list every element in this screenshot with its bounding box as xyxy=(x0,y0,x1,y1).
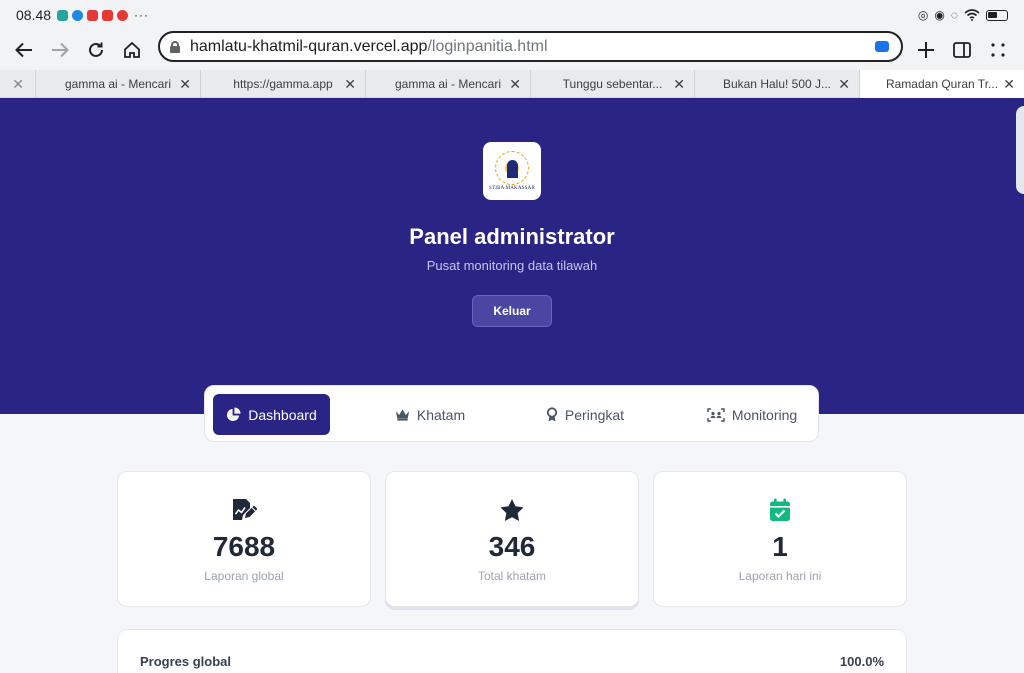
status-time: 08.48 xyxy=(16,7,52,23)
reload-icon xyxy=(89,42,103,57)
home-button[interactable] xyxy=(114,32,150,68)
sidebar-button[interactable] xyxy=(944,32,980,68)
close-tab-icon[interactable]: ✕ xyxy=(179,76,191,93)
tab-khatam[interactable]: Khatam xyxy=(385,394,475,435)
tab-label: Tunggu sebentar... xyxy=(562,77,663,91)
tab-item[interactable]: gamma ai - Mencari ✕ xyxy=(36,70,201,98)
close-tab-icon[interactable]: ✕ xyxy=(344,76,356,93)
back-button[interactable] xyxy=(6,32,42,68)
tab-monitoring[interactable]: Monitoring xyxy=(695,394,809,435)
tab-label: Dashboard xyxy=(248,406,317,423)
stat-label: Laporan global xyxy=(204,569,284,583)
grid-dots-icon xyxy=(991,43,1005,57)
scroll-handle[interactable] xyxy=(1016,106,1024,194)
stat-label: Total khatam xyxy=(477,569,547,583)
stat-value: 1 xyxy=(772,531,788,562)
page-content: STIBA MAKASSAR Panel administrator Pusat… xyxy=(0,98,1024,673)
tab-label: https://gamma.app xyxy=(233,77,333,91)
url-host: hamlatu-khatmil-quran.vercel.app xyxy=(190,37,428,55)
stat-card-laporan-hari-ini: 1 Laporan hari ini xyxy=(653,471,907,607)
plus-icon xyxy=(918,42,934,58)
logo: STIBA MAKASSAR xyxy=(483,142,541,200)
system-indicators: ◎ ◉ ◌ xyxy=(918,8,1008,22)
mute-icon: ◌ xyxy=(950,8,958,22)
reload-button[interactable] xyxy=(78,32,114,68)
tab-item[interactable]: https://gamma.app ✕ xyxy=(201,70,366,98)
battery-icon xyxy=(986,9,1008,21)
tab-item[interactable]: ✕ xyxy=(0,70,36,98)
tab-item-active[interactable]: Ramadan Quran Tr... ✕ xyxy=(860,70,1024,98)
close-tab-icon[interactable]: ✕ xyxy=(1003,76,1015,93)
close-tab-icon[interactable]: ✕ xyxy=(509,76,521,93)
page-title: Panel administrator xyxy=(409,224,615,249)
notification-icon xyxy=(57,9,69,21)
star-icon xyxy=(500,499,524,521)
tab-label: Khatam xyxy=(416,406,466,423)
notification-icon xyxy=(87,9,99,21)
users-scan-icon xyxy=(707,407,725,422)
stat-card-laporan-global: 7688 Laporan global xyxy=(117,471,371,607)
tab-item[interactable]: Bukan Halu! 500 J... ✕ xyxy=(695,70,860,98)
tab-label: gamma ai - Mencari xyxy=(64,77,172,91)
nav-tabs: Dashboard Khatam Peringkat Monitoring xyxy=(204,385,819,442)
stat-card-total-khatam: 346 Total khatam xyxy=(385,471,639,607)
logo-emblem xyxy=(495,151,529,185)
close-tab-icon[interactable]: ✕ xyxy=(673,76,685,93)
tab-label: Peringkat xyxy=(564,406,625,423)
tab-peringkat[interactable]: Peringkat xyxy=(537,394,633,435)
address-bar[interactable]: hamlatu-khatmil-quran.vercel.app/loginpa… xyxy=(158,31,903,62)
status-bar: 08.48 ··· ◎ ◉ ◌ xyxy=(0,0,1024,30)
logout-button[interactable]: Keluar xyxy=(472,295,552,327)
progress-card: Progres global 100.0% xyxy=(117,629,907,673)
tab-item[interactable]: gamma ai - Mencari ✕ xyxy=(366,70,531,98)
alarm-icon: ◉ xyxy=(934,8,945,22)
stat-label: Laporan hari ini xyxy=(738,569,822,583)
tab-label: Bukan Halu! 500 J... xyxy=(722,77,832,91)
lock-icon xyxy=(170,40,180,53)
hero-banner: STIBA MAKASSAR Panel administrator Pusat… xyxy=(0,98,1024,414)
tab-label: Monitoring xyxy=(731,406,798,423)
stat-value: 7688 xyxy=(212,531,276,562)
progress-value: 100.0% xyxy=(839,654,884,669)
forward-button[interactable] xyxy=(42,32,78,68)
url-path: /loginpanitia.html xyxy=(427,37,548,55)
home-icon xyxy=(124,41,140,58)
crown-icon xyxy=(395,409,409,421)
calendar-check-icon xyxy=(770,498,790,521)
pie-chart-icon xyxy=(227,407,241,422)
page-subtitle: Pusat monitoring data tilawah xyxy=(426,258,598,273)
new-tab-button[interactable] xyxy=(908,32,944,68)
notification-icon xyxy=(72,9,84,21)
nfc-icon: ◎ xyxy=(917,8,929,22)
tab-label: Ramadan Quran Tr... xyxy=(885,77,999,91)
close-tab-icon[interactable]: ✕ xyxy=(838,76,850,93)
medal-icon xyxy=(546,407,558,422)
sidebar-icon xyxy=(953,42,971,58)
wifi-icon xyxy=(964,9,980,21)
translate-icon[interactable] xyxy=(875,41,889,52)
tab-strip: ✕ gamma ai - Mencari ✕ https://gamma.app… xyxy=(0,70,1024,98)
notification-icon xyxy=(102,9,114,21)
edit-report-icon xyxy=(233,499,257,520)
tab-item[interactable]: Tunggu sebentar... ✕ xyxy=(531,70,695,98)
logo-text: STIBA MAKASSAR xyxy=(488,186,535,191)
arrow-left-icon xyxy=(15,42,32,58)
arrow-right-icon xyxy=(52,42,69,58)
browser-toolbar: hamlatu-khatmil-quran.vercel.app/loginpa… xyxy=(0,30,1024,70)
progress-label: Progres global xyxy=(140,654,232,669)
tab-dashboard[interactable]: Dashboard xyxy=(213,394,330,435)
more-notifications-icon: ··· xyxy=(134,8,150,22)
stat-value: 346 xyxy=(488,531,536,562)
tab-label: gamma ai - Mencari xyxy=(394,77,502,91)
close-tab-icon[interactable]: ✕ xyxy=(12,76,24,93)
menu-button[interactable] xyxy=(980,32,1016,68)
notification-icon xyxy=(117,9,129,21)
toolbar-actions xyxy=(908,32,1016,68)
